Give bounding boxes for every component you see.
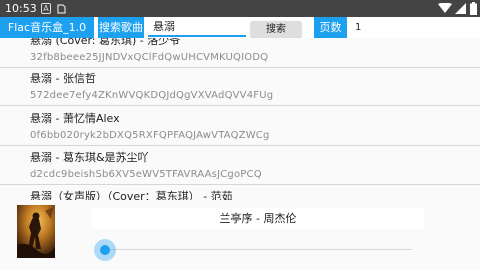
status-time: 10:53: [5, 2, 37, 15]
seek-bar-thumb-core[interactable]: [100, 245, 110, 255]
signal-icon: [455, 3, 466, 14]
player-bar: 兰亭序 - 周杰伦: [0, 200, 480, 270]
song-id: 0f6bb020ryk2bDXQ5RXFQPFAQJAwVTAQZWCg: [30, 130, 270, 141]
search-label: 搜索歌曲: [98, 17, 144, 38]
song-id: d2cdc9beishSb6XV5eWV5TFAVRAAsJCgoPCQ: [30, 169, 262, 180]
status-bar: 10:53 A: [0, 0, 480, 17]
page-input[interactable]: [351, 17, 383, 37]
battery-icon: [470, 2, 477, 15]
app-notification-icon: A: [41, 3, 51, 14]
search-input[interactable]: [148, 17, 246, 37]
toolbar: Flac音乐盒_1.0 搜索歌曲 搜索 页数: [0, 17, 480, 38]
song-title: 悬溺 (Cover: 葛东琪) - 洛少爷: [30, 38, 181, 47]
search-button[interactable]: 搜索: [251, 21, 301, 38]
song-row[interactable]: 悬溺（女声版）（Cover：葛东琪） - 范茹: [0, 186, 480, 200]
song-row[interactable]: 悬溺 - 萧忆情Alex 0f6bb020ryk2bDXQ5RXFQPFAQJA…: [0, 108, 480, 146]
song-id: 572dee7efy4ZKnWVQKDQJdQgVXVAdQVV4FUg: [30, 90, 274, 101]
wifi-icon: [438, 3, 452, 13]
now-playing-box: 兰亭序 - 周杰伦: [92, 208, 424, 229]
song-title: 悬溺 - 萧忆情Alex: [30, 112, 120, 125]
song-row[interactable]: 悬溺 - 葛东琪&是苏尘吖 d2cdc9beishSb6XV5eWV5TFAVR…: [0, 147, 480, 185]
album-art: [17, 205, 55, 258]
song-id: 32fb8beee25JJNDVxQClFdQwUHCVMKUQIODQ: [30, 52, 269, 63]
song-title: 悬溺 - 葛东琪&是苏尘吖: [30, 151, 149, 164]
sim-card-icon: [57, 4, 66, 14]
app-title: Flac音乐盒_1.0: [0, 17, 94, 38]
song-list[interactable]: 悬溺 (Cover: 葛东琪) - 洛少爷 32fb8beee25JJNDVxQ…: [0, 38, 480, 200]
seek-bar-track[interactable]: [105, 249, 412, 250]
now-playing-title: 兰亭序 - 周杰伦: [219, 212, 297, 225]
album-art-image: [17, 205, 55, 258]
seek-bar-thumb[interactable]: [94, 239, 116, 261]
song-row[interactable]: 悬溺 (Cover: 葛东琪) - 洛少爷 32fb8beee25JJNDVxQ…: [0, 38, 480, 68]
song-title: 悬溺（女声版）（Cover：葛东琪） - 范茹: [30, 190, 233, 200]
song-row[interactable]: 悬溺 - 张信哲 572dee7efy4ZKnWVQKDQJdQgVXVAdQV…: [0, 68, 480, 106]
page-label: 页数: [314, 17, 347, 38]
song-title: 悬溺 - 张信哲: [30, 72, 96, 85]
